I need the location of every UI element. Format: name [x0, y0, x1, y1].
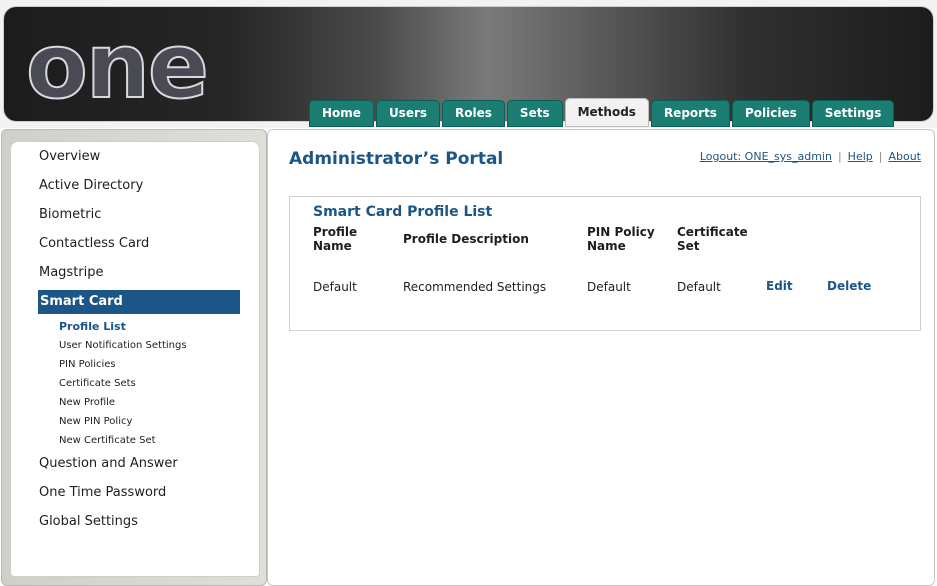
column-header-description: Profile Description	[403, 232, 529, 246]
subnav-new-certificate-set[interactable]: New Certificate Set	[59, 435, 156, 446]
main-content: Administrator’s Portal Logout: ONE_sys_a…	[267, 129, 935, 586]
subnav-certificate-sets[interactable]: Certificate Sets	[59, 378, 136, 389]
tab-users[interactable]: Users	[375, 100, 441, 127]
tab-settings[interactable]: Settings	[811, 100, 895, 127]
sidebar-item-global-settings[interactable]: Global Settings	[39, 514, 138, 529]
subnav-user-notification-settings[interactable]: User Notification Settings	[59, 340, 187, 351]
sidebar-frame: Overview Active Directory Biometric Cont…	[1, 129, 267, 586]
page-title: Administrator’s Portal	[289, 149, 504, 169]
tab-policies[interactable]: Policies	[731, 100, 810, 127]
subnav-profile-list[interactable]: Profile List	[59, 320, 126, 333]
subnav-new-profile[interactable]: New Profile	[59, 397, 115, 408]
logout-link[interactable]: Logout: ONE_sys_admin	[700, 150, 832, 163]
app-header: one Home Users Roles Sets Methods Report…	[0, 0, 937, 128]
sidebar-nav: Overview Active Directory Biometric Cont…	[10, 141, 260, 577]
sidebar-item-contactless-card[interactable]: Contactless Card	[39, 236, 149, 251]
edit-link[interactable]: Edit	[766, 279, 793, 293]
sidebar-item-smart-card[interactable]: Smart Card	[38, 290, 240, 314]
sidebar-item-one-time-password[interactable]: One Time Password	[39, 485, 166, 500]
cell-certificate-set: Default	[677, 280, 721, 294]
panel-title: Smart Card Profile List	[313, 204, 493, 220]
cell-profile-name: Default	[313, 280, 357, 294]
link-separator: |	[878, 150, 883, 163]
tab-home[interactable]: Home	[309, 100, 374, 127]
subnav-new-pin-policy[interactable]: New PIN Policy	[59, 416, 132, 427]
column-header-profile-name: Profile Name	[313, 225, 358, 253]
sidebar-item-active-directory[interactable]: Active Directory	[39, 178, 143, 193]
sidebar-item-question-and-answer[interactable]: Question and Answer	[39, 456, 178, 471]
cell-description: Recommended Settings	[403, 280, 547, 294]
top-links: Logout: ONE_sys_admin | Help | About	[700, 150, 921, 163]
one-logo: one	[25, 14, 210, 119]
profile-list-panel: Smart Card Profile List Profile Name Prof…	[289, 196, 921, 331]
tab-roles[interactable]: Roles	[442, 100, 505, 127]
link-separator: |	[837, 150, 842, 163]
sidebar-item-overview[interactable]: Overview	[39, 149, 100, 164]
subnav-pin-policies[interactable]: PIN Policies	[59, 359, 116, 370]
main-tabs: Home Users Roles Sets Methods Reports Po…	[309, 98, 896, 128]
help-link[interactable]: Help	[848, 150, 873, 163]
about-link[interactable]: About	[888, 150, 921, 163]
cell-pin-policy: Default	[587, 280, 631, 294]
tab-sets[interactable]: Sets	[506, 100, 563, 127]
sidebar-item-biometric[interactable]: Biometric	[39, 207, 101, 222]
tab-methods[interactable]: Methods	[564, 98, 649, 127]
column-header-certificate-set: Certificate Set	[677, 225, 748, 253]
tab-reports[interactable]: Reports	[650, 100, 730, 127]
column-header-pin-policy: PIN Policy Name	[587, 225, 655, 253]
delete-link[interactable]: Delete	[827, 279, 871, 293]
sidebar-item-magstripe[interactable]: Magstripe	[39, 265, 104, 280]
